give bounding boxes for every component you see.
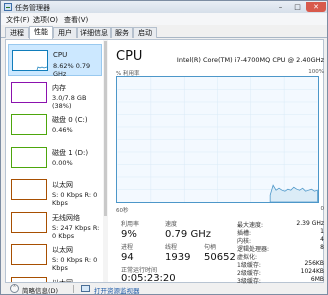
resource-thumbnail-graph [12, 50, 48, 71]
resource-name: CPU [53, 51, 68, 59]
resource-item[interactable]: 以太网S: 0 Kbps R: 0 Kbps [8, 272, 102, 283]
tab-bar: 进程 性能 用户 详细信息 服务 启动 [1, 25, 327, 39]
handles-value: 50652 [204, 252, 236, 263]
resource-item[interactable]: 内存 3.0/7.8 GB (38%) [8, 77, 102, 110]
resource-thumbnail-graph [11, 244, 47, 265]
close-button[interactable]: ✕ [306, 2, 326, 12]
uptime-value: 0:05:23:20 [121, 273, 176, 284]
resource-name: 内存 [52, 83, 66, 92]
spec-value: 1024KB [300, 268, 324, 275]
fewer-details-link[interactable]: 简略信息(D) [22, 285, 58, 295]
resource-name: 无线网络 [52, 213, 80, 222]
graph-min-label: 0 [320, 206, 325, 212]
scrollbar-thumb[interactable] [104, 41, 107, 216]
resource-thumbnail-graph [11, 276, 47, 282]
open-resource-monitor-link[interactable]: 打开资源监视器 [94, 285, 140, 295]
resource-thumbnail-graph [11, 179, 47, 200]
resource-thumbnail-graph [11, 114, 47, 135]
maximize-button[interactable]: □ [289, 2, 306, 12]
cpu-utilization-graph [116, 76, 319, 203]
resource-item[interactable]: 磁盘 1 (D:) 0.00% [8, 142, 102, 174]
resource-list-scrollbar[interactable]: ▲ [103, 40, 108, 282]
spec-value: 8 [320, 244, 324, 251]
tab-processes[interactable]: 进程 [5, 27, 29, 38]
threads-label: 线程 [165, 244, 178, 251]
tab-performance[interactable]: 性能 [29, 26, 53, 39]
spec-value: 6MB [310, 276, 324, 283]
resource-value: 0.00% [52, 158, 73, 167]
tab-users[interactable]: 用户 [53, 27, 77, 38]
resource-thumbnail-graph [11, 211, 47, 233]
resource-name: 以太网 [52, 278, 73, 283]
resource-item[interactable]: 以太网 S: 0 Kbps R: 0 Kbps [8, 239, 102, 272]
spec-value: 1 [320, 228, 324, 235]
resource-thumbnail-graph [11, 81, 47, 103]
spec-value: 256KB [304, 260, 324, 267]
resource-name: 磁盘 0 (C:) [52, 116, 88, 124]
resource-item[interactable]: 无线网络 S: 247 Kbps R: 0 Kbps [8, 207, 102, 240]
handles-label: 句柄 [204, 244, 217, 251]
resource-item[interactable]: 以太网 S: 0 Kbps R: 0 Kbps [8, 174, 102, 207]
chevron-up-icon[interactable]: ⌃ [10, 284, 19, 293]
graph-max-label: 100% [308, 69, 324, 75]
resource-monitor-icon[interactable] [81, 285, 90, 292]
resource-value: S: 0 Kbps R: 0 Kbps [52, 256, 98, 272]
resource-item[interactable]: 磁盘 0 (C:) 0.46% [8, 109, 102, 141]
resource-thumbnail-graph [11, 146, 47, 168]
tab-startup[interactable]: 启动 [133, 27, 157, 38]
tab-details[interactable]: 详细信息 [77, 27, 111, 38]
resource-value: S: 0 Kbps R: 0 Kbps [52, 191, 98, 207]
resource-name: 以太网 [52, 181, 73, 189]
task-manager-window: 任务管理器 – □ ✕ 文件(F) 选项(O) 查看(V) 进程 性能 用户 详… [0, 0, 328, 295]
speed-value: 0.79 GHz [165, 229, 211, 240]
spec-value: 4 [320, 236, 324, 243]
resource-value: 3.0/7.8 GB (38%) [52, 93, 87, 110]
detail-title: CPU [116, 49, 143, 64]
footer-divider [73, 285, 74, 293]
task-manager-icon [4, 3, 12, 11]
resource-name: 磁盘 1 (D:) [52, 148, 89, 157]
resource-value: S: 247 Kbps R: 0 Kbps [52, 223, 100, 240]
utilization-value: 9% [121, 229, 137, 240]
graph-time-label: 60秒 [116, 208, 129, 214]
title-bar[interactable]: 任务管理器 – □ ✕ [1, 1, 327, 13]
cpu-model: Intel(R) Core(TM) i7-4700MQ CPU @ 2.40GH… [176, 56, 324, 64]
menu-bar: 文件(F) 选项(O) 查看(V) [1, 13, 327, 25]
minimize-button[interactable]: – [272, 2, 289, 12]
performance-panel: CPU 8.62% 0.79 GHz 内存 3.0/7.8 GB (38%) 磁盘 0 … [5, 39, 325, 285]
cpu-detail: CPU Intel(R) Core(TM) i7-4700MQ CPU @ 2.… [112, 40, 325, 285]
spec-value: 2.39 GHz [296, 220, 324, 227]
menu-file[interactable]: 文件(F) [6, 15, 30, 25]
menu-options[interactable]: 选项(O) [33, 15, 58, 25]
cpu-usage-fill [269, 184, 318, 202]
processes-label: 进程 [121, 244, 134, 251]
menu-view[interactable]: 查看(V) [64, 15, 88, 25]
processes-value: 94 [121, 252, 134, 263]
threads-value: 1939 [165, 252, 191, 263]
tab-services[interactable]: 服务 [111, 27, 133, 38]
resource-item[interactable]: CPU 8.62% 0.79 GHz [8, 44, 102, 78]
footer-bar: ⌃ 简略信息(D) 打开资源监视器 [1, 284, 327, 295]
speed-label: 速度 [165, 221, 178, 228]
window-title: 任务管理器 [15, 4, 50, 12]
resource-name: 以太网 [52, 246, 73, 254]
utilization-label: 利用率 [121, 221, 140, 228]
resource-list: CPU 8.62% 0.79 GHz 内存 3.0/7.8 GB (38%) 磁盘 0 … [6, 40, 102, 282]
resource-value: 0.46% [52, 126, 73, 134]
